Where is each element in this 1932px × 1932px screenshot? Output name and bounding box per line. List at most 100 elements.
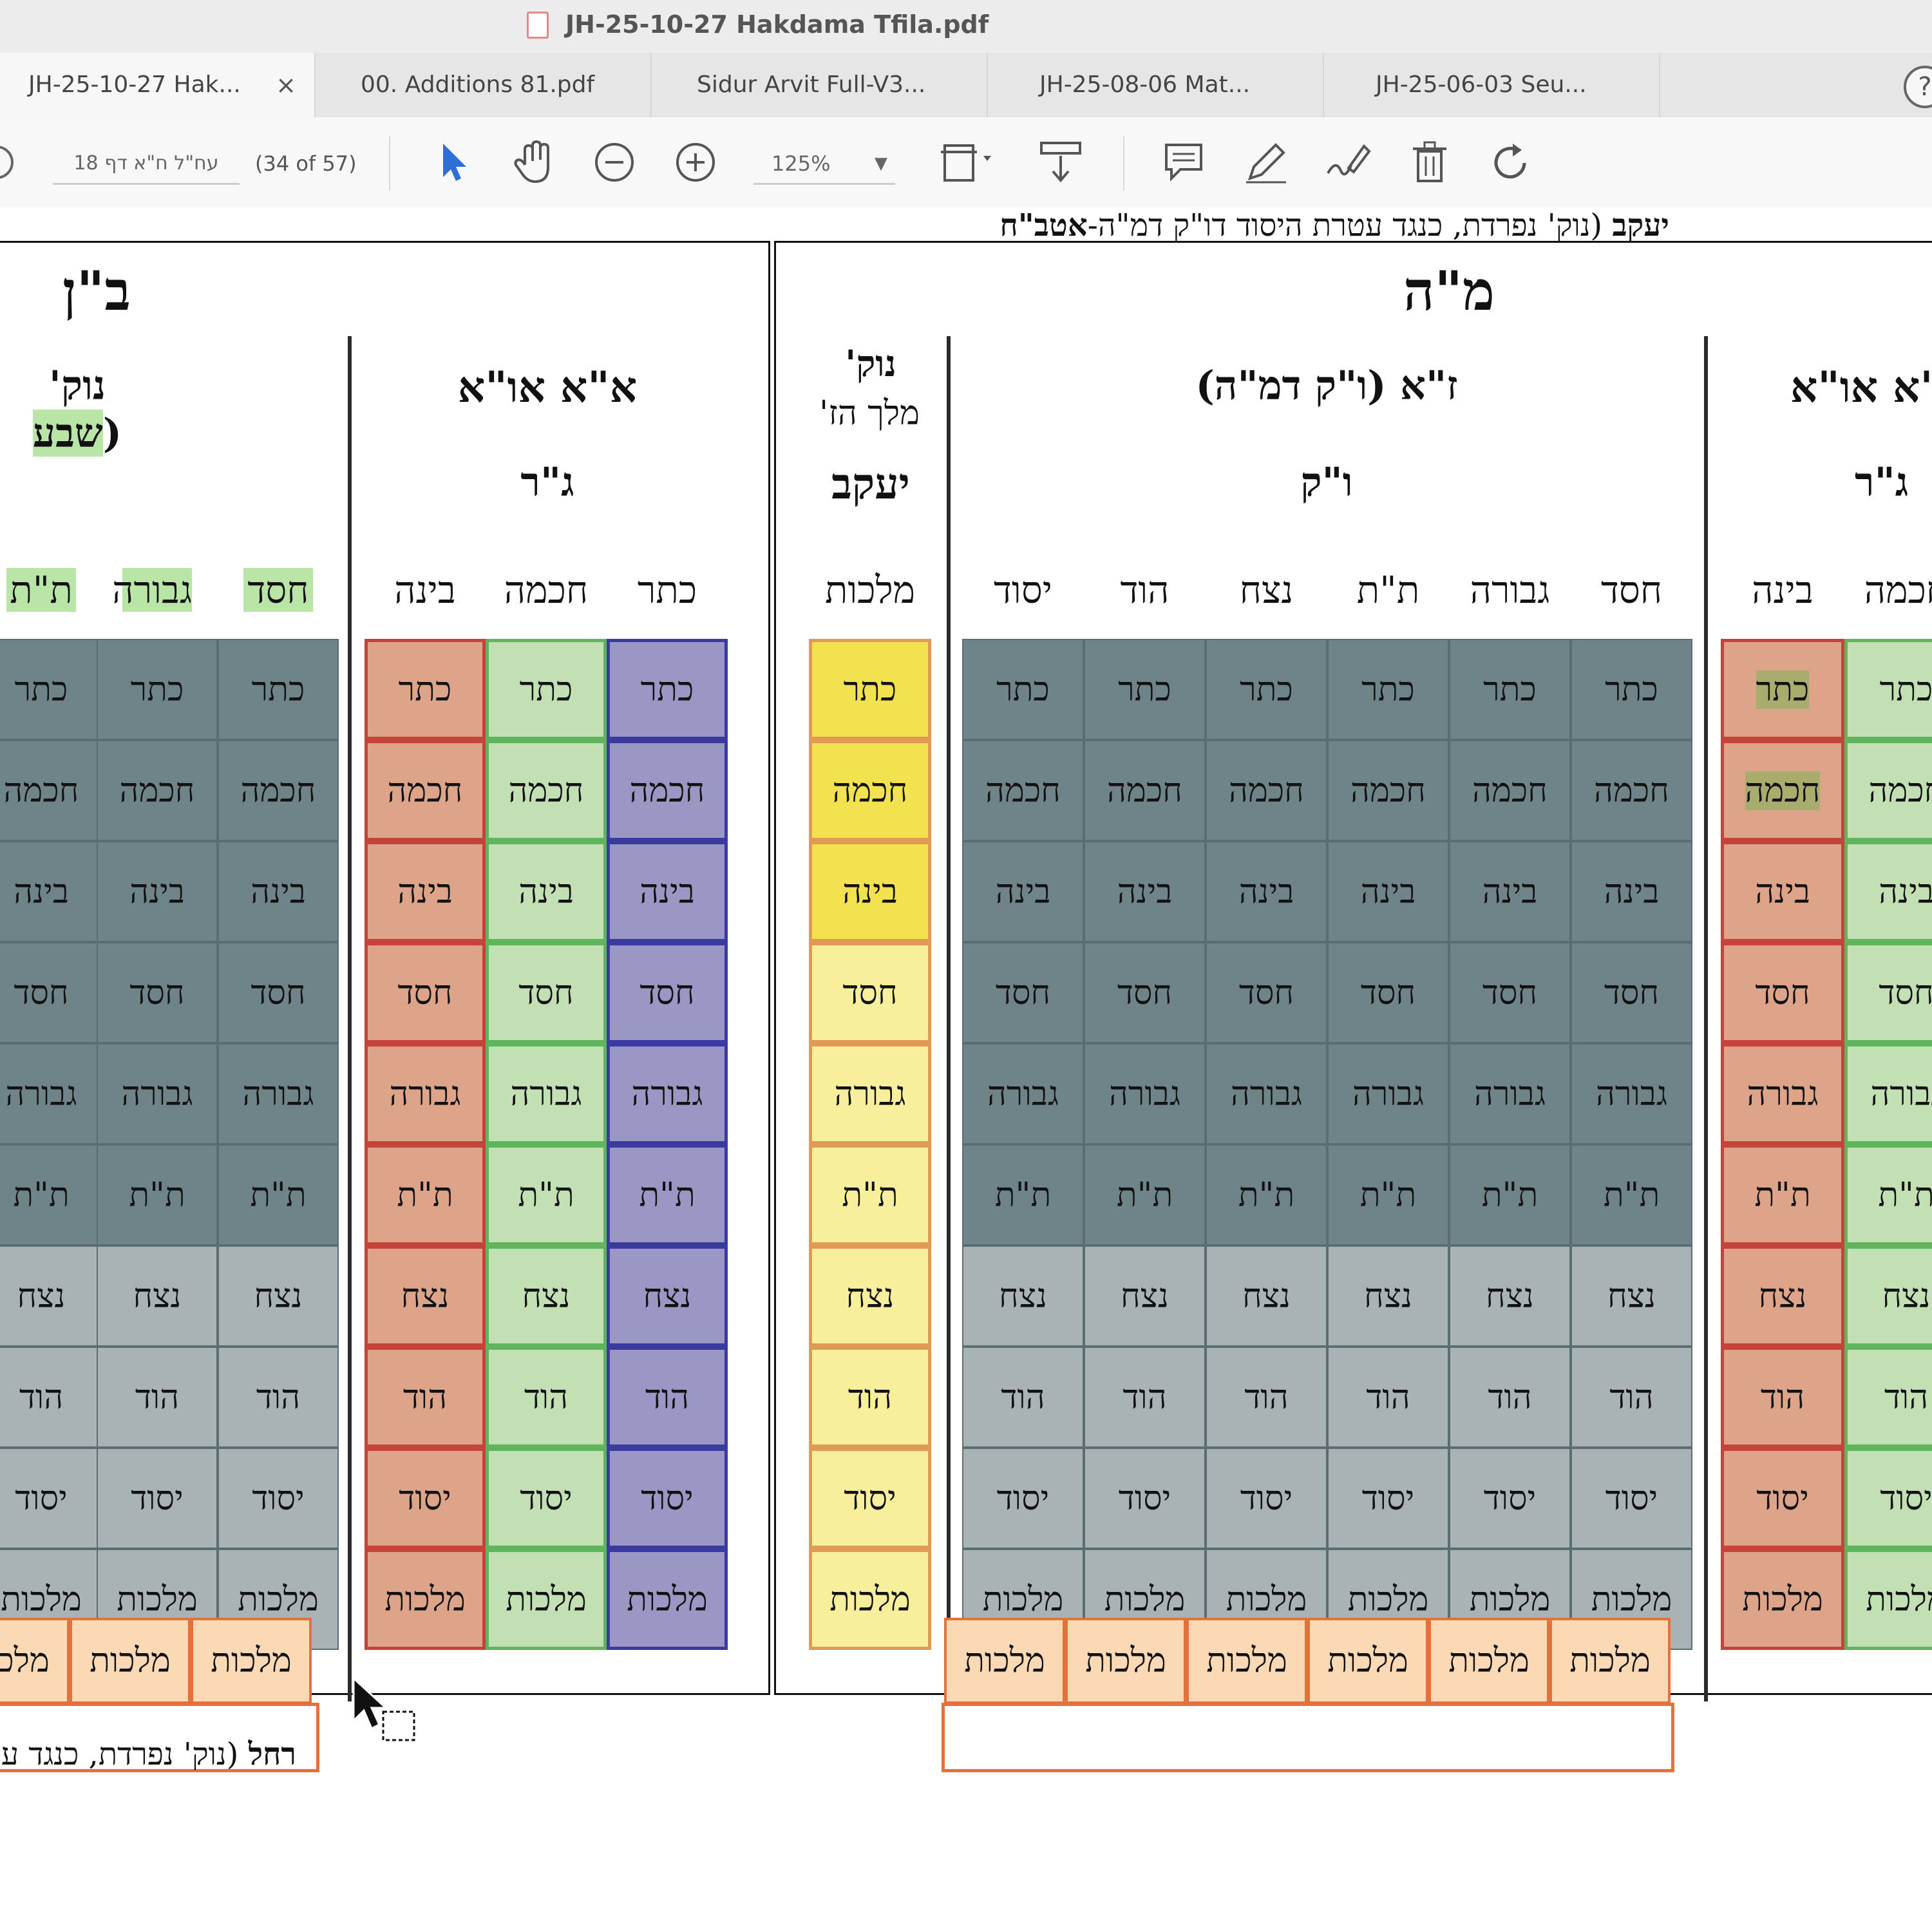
za-col-cell: ת"ת [1206,1144,1327,1245]
aa-left-bina-cell: יסוד [365,1448,486,1549]
za-col-cell: הוד [1449,1347,1571,1448]
trash-icon[interactable] [1404,137,1455,188]
aa-right-chokhma-cell: כתר [1844,639,1932,740]
zoom-in-icon[interactable] [670,137,721,188]
sefira-label: בינה [1360,872,1416,911]
sefira-label: הוד [524,1378,569,1417]
page-nav-icon[interactable] [0,137,19,188]
sefira-label: כתר [251,670,305,709]
sefira-label: מלכות [1591,1580,1672,1619]
za-col-cell: בינה [1571,841,1692,942]
tab-hakdama[interactable]: JH-25-10-27 Hak... × [0,53,316,117]
za-col-cell: חכמה [1084,740,1206,841]
sefira-label: גבורה [5,1074,77,1113]
sefira-label: גבורה [1474,1074,1546,1113]
sefira-label: הוד [402,1378,448,1417]
aa-left-bina-cell: ת"ת [365,1144,486,1245]
hand-tool-icon[interactable] [507,137,559,188]
sefira-label: גבורה [510,1074,582,1113]
page-count: (34 of 57) [255,151,357,176]
aa-right-chokhma-cell: מלכות [1844,1549,1932,1650]
tab-additions[interactable]: 00. Additions 81.pdf [316,53,652,117]
aa-right-chokhma-cell: חסד [1844,942,1932,1043]
zoom-select[interactable]: 125% ▼ [753,144,895,185]
comment-icon[interactable] [1158,137,1209,188]
za-col-cell: יסוד [962,1448,1084,1549]
rotate-icon[interactable] [1486,137,1538,188]
sefira-label: בינה [1755,872,1810,911]
noq-mid-cell: מלכות [809,1549,931,1650]
za-col-cell: חכמה [1449,740,1571,841]
aa-right-bina-cell: נצח [1721,1245,1844,1347]
sefira-label: חסד [518,973,574,1012]
sefira-label: כתר [1483,670,1537,709]
noq-left-cell: נצח [218,1245,339,1347]
aa-left-chokhma-cell: חכמה [486,740,607,841]
sefira-label: מלכות [1226,1580,1307,1619]
za-col-cell: יסוד [1449,1448,1571,1549]
sefira-label: נצח [1607,1276,1656,1316]
sefira-label: בינה [995,872,1051,911]
tab-label: JH-25-10-27 Hak... [28,71,241,98]
pdf-page: ב"ן מ"ה נוק' (שבע א"א או"א ג"ר נוק' מלך … [0,207,1932,1932]
sefira-label: חסד [842,973,898,1012]
zoom-value: 125% [772,151,831,176]
aa-left-chokhma-cell: יסוד [486,1448,607,1549]
aa-left-keter-cell: נצח [607,1245,728,1347]
noq-left-cell: הוד [218,1347,339,1448]
sefira-label: נצח [1882,1276,1931,1316]
tab-label: 00. Additions 81.pdf [361,71,595,98]
noq-left-cell: נצח [97,1245,218,1347]
malkhut-box-left: מלכות [191,1618,312,1704]
sefira-label: חכמה [1594,771,1669,810]
sefira-label: ת"ת [1481,1175,1539,1215]
yaakov-caption-text: (נוק' נפרדת, כנגד עטרת היסוד דו"ק דמ"ה- [1087,207,1613,243]
sefira-label: גבורה [242,1074,314,1113]
chevron-down-icon: ▼ [875,154,887,173]
left-panel-title: ב"ן [62,259,131,323]
sefira-label: יסוד [844,1479,896,1518]
aa-left-keter-cell: יסוד [607,1448,728,1549]
sign-icon[interactable] [1321,137,1373,188]
fit-page-icon[interactable] [934,137,1005,188]
noq-left-header: חסד [243,568,313,612]
noq-left-cell: יסוד [218,1448,339,1549]
malkhut-box-right: מלכות [1186,1618,1307,1704]
aa-left-chokhma-cell: גבורה [486,1043,607,1144]
noq-left-cell: ת"ת [218,1144,339,1245]
scroll-mode-icon[interactable] [1032,137,1090,188]
za-col-cell: כתר [1206,639,1327,740]
sefira-label: נצח [254,1276,303,1316]
tab-jh-25-06-03[interactable]: JH-25-06-03 Seu... [1324,53,1660,117]
close-tab-icon[interactable]: × [276,53,296,117]
sefira-label: חסד [1755,973,1810,1012]
tab-jh-25-08-06[interactable]: JH-25-08-06 Mat... [988,53,1324,117]
tab-label: Sidur Arvit Full-V3... [697,71,926,98]
sefira-label: גבורה [987,1074,1059,1113]
page-number-input[interactable]: עח"ל ח"א דף 18 [53,144,240,185]
sefira-label: חכמה [1350,771,1426,810]
noq-mid-heading: נוק' [845,343,896,385]
sefira-label: בינה [518,872,574,911]
tab-sidur-arvit[interactable]: Sidur Arvit Full-V3... [652,53,988,117]
pen-icon[interactable] [1240,137,1292,188]
za-col-cell: גבורה [1571,1043,1692,1144]
noq-left-cell: כתר [97,639,218,740]
yaakov-heading: יעקב [831,459,910,509]
sefira-label: חסד [1879,973,1932,1012]
rachel-name: רחל [248,1736,296,1772]
select-tool-icon[interactable] [425,137,477,188]
sefira-label: הוד [848,1378,893,1417]
noq-mid-cell: הוד [809,1347,931,1448]
aa-right-chokhma-cell: חכמה [1844,740,1932,841]
noq-left-cell: בינה [97,841,218,942]
zoom-out-icon[interactable] [589,137,640,188]
noq-left-cell: חסד [218,942,339,1043]
tab-bar: JH-25-10-27 Hak... × 00. Additions 81.pd… [0,53,1932,118]
yaakov-name: יעקב [1612,207,1669,243]
sefira-label: בינה [842,872,898,911]
noq-left-cell: חסד [0,942,102,1043]
help-icon[interactable]: ? [1904,66,1932,108]
za-col-cell: נצח [962,1245,1084,1347]
aa-left-heading: א"א או"א [457,362,638,412]
